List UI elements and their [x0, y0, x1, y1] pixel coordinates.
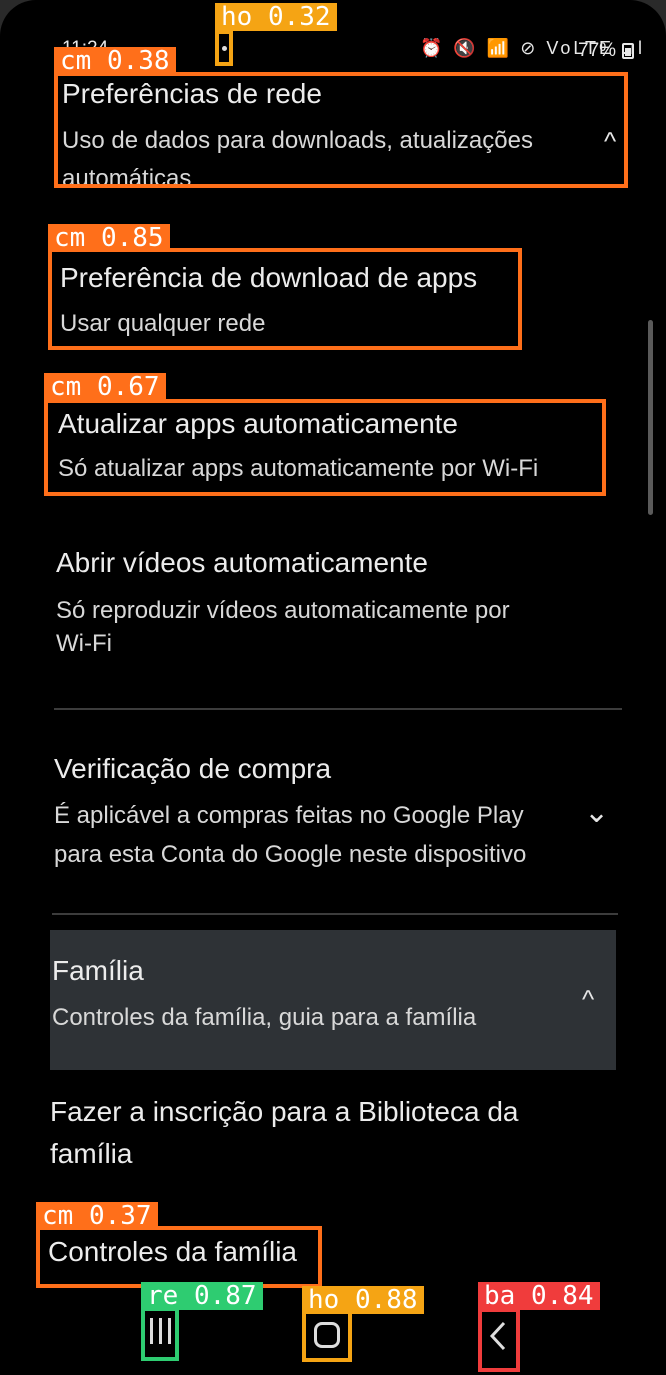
detection-label: ho 0.32	[215, 3, 337, 31]
setting-title: Controles da família	[48, 1236, 298, 1267]
setting-title: Abrir vídeos automaticamente	[56, 547, 428, 578]
setting-subtitle-line1: É aplicável a compras feitas no Google P…	[54, 802, 524, 829]
divider	[52, 913, 618, 915]
setting-subtitle: Só atualizar apps automaticamente por Wi…	[58, 455, 539, 482]
chevron-down-icon[interactable]: ⌄	[584, 795, 609, 830]
setting-title: Preferências de rede	[62, 78, 322, 109]
setting-title: Verificação de compra	[54, 753, 332, 784]
phone-screen: 11:24 ⏰ 🔇 📶 ⊘ VoLTE .ıl 77% Preferências…	[0, 0, 666, 1375]
battery-percent: 77%	[578, 40, 617, 61]
setting-subtitle-line2: para esta Conta do Google neste disposit…	[54, 841, 527, 868]
scrollbar[interactable]	[648, 320, 653, 515]
chevron-up-icon[interactable]: ^	[604, 126, 616, 157]
detection-label: re 0.87	[141, 1282, 263, 1310]
chevron-up-icon[interactable]: ^	[582, 984, 594, 1015]
setting-title: Preferência de download de apps	[60, 262, 478, 293]
back-icon[interactable]	[489, 1321, 507, 1351]
detection-label: ho 0.88	[302, 1286, 424, 1314]
detection-label: cm 0.67	[44, 373, 166, 401]
setting-title-line1: Fazer a inscrição para a Biblioteca da	[50, 1096, 519, 1127]
setting-subtitle: Controles da família, guia para a famíli…	[52, 1004, 477, 1031]
recents-icon[interactable]	[147, 1318, 173, 1344]
detection-label: ba 0.84	[478, 1282, 600, 1310]
setting-subtitle: Usar qualquer rede	[60, 310, 266, 337]
home-icon[interactable]	[314, 1322, 340, 1348]
setting-title-line2: família	[50, 1138, 133, 1169]
setting-subtitle-line2: Wi-Fi	[56, 630, 112, 657]
detection-label: cm 0.38	[54, 47, 176, 75]
battery-icon	[622, 43, 634, 59]
setting-title: Família	[52, 955, 144, 986]
setting-subtitle: Uso de dados para downloads, atualizaçõe…	[62, 127, 533, 184]
divider	[54, 708, 622, 710]
detection-label: cm 0.85	[48, 224, 170, 252]
notification-dot-icon	[222, 46, 227, 51]
setting-title: Atualizar apps automaticamente	[58, 408, 458, 439]
setting-subtitle-line1: Só reproduzir vídeos automaticamente por	[56, 597, 510, 624]
detection-label: cm 0.37	[36, 1202, 158, 1230]
